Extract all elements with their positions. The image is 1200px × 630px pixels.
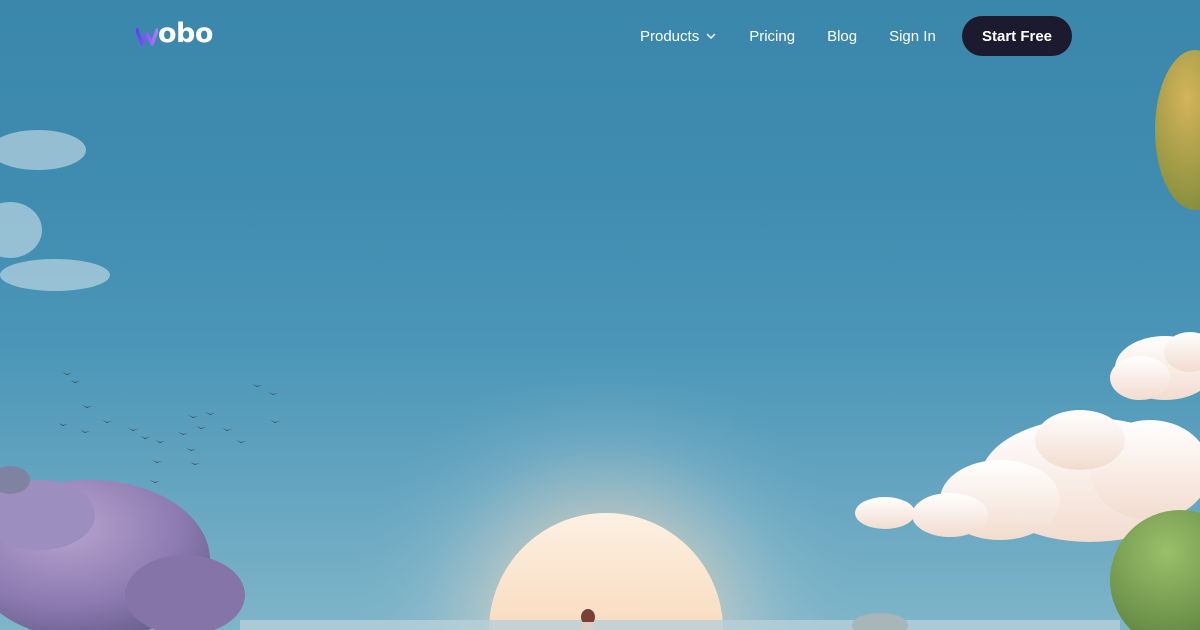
chevron-down-icon <box>706 33 716 39</box>
nav-products-label: Products <box>640 27 700 45</box>
top-navigation: obo Products Pricing Blog Sign In Start … <box>0 0 1200 72</box>
start-free-button[interactable]: Start Free <box>962 16 1072 56</box>
logo-text: obo <box>158 18 213 49</box>
nav-blog[interactable]: Blog <box>827 28 857 45</box>
logo-w-icon <box>136 28 158 46</box>
nav-sign-in[interactable]: Sign In <box>889 28 936 45</box>
nav-pricing[interactable]: Pricing <box>749 28 795 45</box>
hero-scene: obo Products Pricing Blog Sign In Start … <box>0 0 1200 630</box>
nav-products[interactable]: Products <box>640 28 717 45</box>
child-silhouette <box>581 609 595 630</box>
logo[interactable]: obo <box>136 18 213 53</box>
hero-illustration <box>0 50 1200 630</box>
left-clouds <box>0 130 110 291</box>
nav-links: Products Pricing Blog Sign In <box>640 24 936 48</box>
tree-top-right <box>1155 50 1200 210</box>
horizon <box>240 620 1120 630</box>
